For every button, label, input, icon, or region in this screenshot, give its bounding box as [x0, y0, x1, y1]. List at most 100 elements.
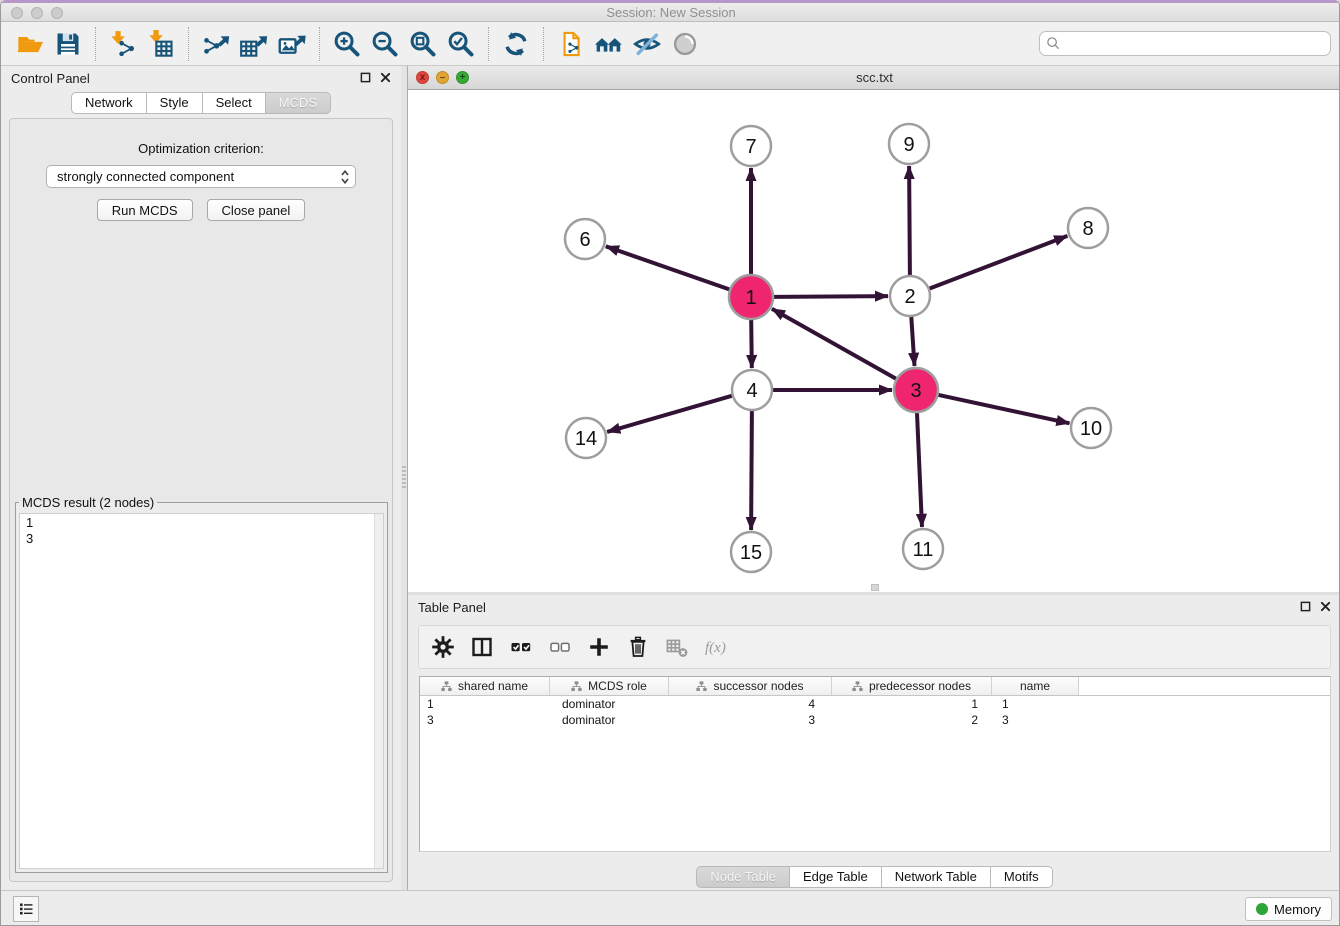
deselect-all-button[interactable] — [544, 631, 576, 663]
graph-node-1[interactable]: 1 — [729, 275, 773, 319]
table-cell[interactable]: 2 — [832, 712, 992, 728]
zoom-out-button[interactable] — [366, 26, 404, 62]
table-cell[interactable]: 3 — [992, 712, 1079, 728]
tab-motifs[interactable]: Motifs — [991, 866, 1053, 888]
table-row[interactable]: 1dominator411 — [420, 696, 1330, 712]
memory-button[interactable]: Memory — [1245, 897, 1332, 921]
tab-node-table[interactable]: Node Table — [696, 866, 790, 888]
select-all-button[interactable] — [505, 631, 537, 663]
column-header-name[interactable]: name — [992, 677, 1079, 695]
close-panel-icon[interactable] — [380, 72, 391, 83]
zoom-in-button[interactable] — [328, 26, 366, 62]
splitter-handle[interactable] — [402, 466, 406, 488]
svg-text:f(x): f(x) — [705, 640, 726, 656]
mcds-result-list[interactable]: 13 — [20, 514, 383, 547]
graph-edge-3-10[interactable] — [939, 395, 1070, 423]
graph-edge-1-4[interactable] — [751, 320, 752, 368]
table-cell[interactable]: 3 — [669, 712, 832, 728]
toolbar-separator — [488, 27, 489, 61]
search-box[interactable] — [1039, 31, 1331, 56]
graph-node-4[interactable]: 4 — [732, 370, 772, 410]
graph-node-7[interactable]: 7 — [731, 126, 771, 166]
vertical-splitter[interactable] — [401, 66, 408, 890]
column-header-shared-name[interactable]: shared name — [420, 677, 550, 695]
graph-node-2[interactable]: 2 — [890, 276, 930, 316]
graph-node-8[interactable]: 8 — [1068, 208, 1108, 248]
deselect-all-icon — [548, 635, 572, 659]
table-cell[interactable]: 1 — [420, 696, 550, 712]
graph-node-14[interactable]: 14 — [566, 418, 606, 458]
graph-edge-2-8[interactable] — [930, 236, 1068, 289]
add-button[interactable] — [583, 631, 615, 663]
graph-edge-2-3[interactable] — [911, 317, 914, 366]
control-panel-tabs: NetworkStyleSelectMCDS — [1, 92, 401, 114]
network-minimize-button[interactable]: – — [436, 71, 449, 84]
tab-network-table[interactable]: Network Table — [882, 866, 991, 888]
panel-toggle-button[interactable] — [13, 896, 39, 922]
search-icon — [1046, 36, 1061, 51]
graph-node-9[interactable]: 9 — [889, 124, 929, 164]
network-canvas[interactable]: 7 9 6 8 1 2 4 3 14 10 15 11 — [408, 90, 1340, 592]
graph-edge-1-6[interactable] — [606, 246, 730, 289]
network-graph[interactable]: 7 9 6 8 1 2 4 3 14 10 15 11 — [408, 90, 1340, 592]
gear-button[interactable] — [427, 631, 459, 663]
graph-edge-4-15[interactable] — [751, 411, 752, 530]
table-cell[interactable]: dominator — [550, 712, 669, 728]
graph-edge-3-11[interactable] — [917, 413, 922, 527]
graph-node-15[interactable]: 15 — [731, 532, 771, 572]
export-network-button[interactable] — [197, 26, 235, 62]
network-zoom-button[interactable]: + — [456, 71, 469, 84]
graph-node-11[interactable]: 11 — [903, 529, 943, 569]
zoom-selected-button[interactable] — [442, 26, 480, 62]
home-button[interactable] — [590, 26, 628, 62]
close-panel-button[interactable]: Close panel — [207, 199, 306, 221]
import-network-icon — [109, 30, 137, 58]
graph-edge-3-1[interactable] — [772, 309, 896, 379]
hide-eye-button[interactable] — [628, 26, 666, 62]
zoom-fit-button[interactable] — [404, 26, 442, 62]
tab-style[interactable]: Style — [147, 92, 203, 114]
close-table-panel-icon[interactable] — [1320, 601, 1331, 612]
column-header-MCDS-role[interactable]: MCDS role — [550, 677, 669, 695]
float-table-panel-icon[interactable] — [1300, 601, 1311, 612]
table-cell[interactable]: 4 — [669, 696, 832, 712]
canvas-scroll-nub[interactable] — [871, 584, 879, 591]
graph-edge-2-9[interactable] — [909, 166, 910, 275]
import-network-button[interactable] — [104, 26, 142, 62]
table-cell[interactable]: dominator — [550, 696, 669, 712]
graph-node-6[interactable]: 6 — [565, 219, 605, 259]
export-table-button[interactable] — [235, 26, 273, 62]
table-row[interactable]: 3dominator323 — [420, 712, 1330, 728]
split-view-button[interactable] — [466, 631, 498, 663]
node-label: 9 — [903, 134, 914, 156]
graph-edge-4-14[interactable] — [607, 396, 732, 432]
run-mcds-button[interactable]: Run MCDS — [97, 199, 193, 221]
delete-button[interactable] — [622, 631, 654, 663]
graph-node-3[interactable]: 3 — [894, 368, 938, 412]
network-close-button[interactable]: x — [416, 71, 429, 84]
float-panel-icon[interactable] — [360, 72, 371, 83]
duplicate-network-button[interactable] — [552, 26, 590, 62]
table-cell[interactable]: 1 — [832, 696, 992, 712]
table-cell[interactable]: 3 — [420, 712, 550, 728]
toolbar-separator — [188, 27, 189, 61]
graph-node-10[interactable]: 10 — [1071, 408, 1111, 448]
tab-mcds[interactable]: MCDS — [266, 92, 331, 114]
table-cell[interactable]: 1 — [992, 696, 1079, 712]
export-image-icon — [278, 30, 306, 58]
tab-network[interactable]: Network — [71, 92, 147, 114]
graph-edge-1-2[interactable] — [774, 296, 888, 297]
tab-edge-table[interactable]: Edge Table — [790, 866, 882, 888]
criterion-dropdown[interactable]: strongly connected component — [46, 165, 356, 188]
column-header-predecessor-nodes[interactable]: predecessor nodes — [832, 677, 992, 695]
column-header-successor-nodes[interactable]: successor nodes — [669, 677, 832, 695]
search-input[interactable] — [1065, 35, 1324, 52]
export-image-button[interactable] — [273, 26, 311, 62]
save-button[interactable] — [49, 26, 87, 62]
mcds-result-scrollbar[interactable] — [374, 514, 383, 868]
tab-select[interactable]: Select — [203, 92, 266, 114]
open-folder-button[interactable] — [11, 26, 49, 62]
import-table-button[interactable] — [142, 26, 180, 62]
optimization-criterion-label: Optimization criterion: — [10, 141, 392, 156]
refresh-button[interactable] — [497, 26, 535, 62]
